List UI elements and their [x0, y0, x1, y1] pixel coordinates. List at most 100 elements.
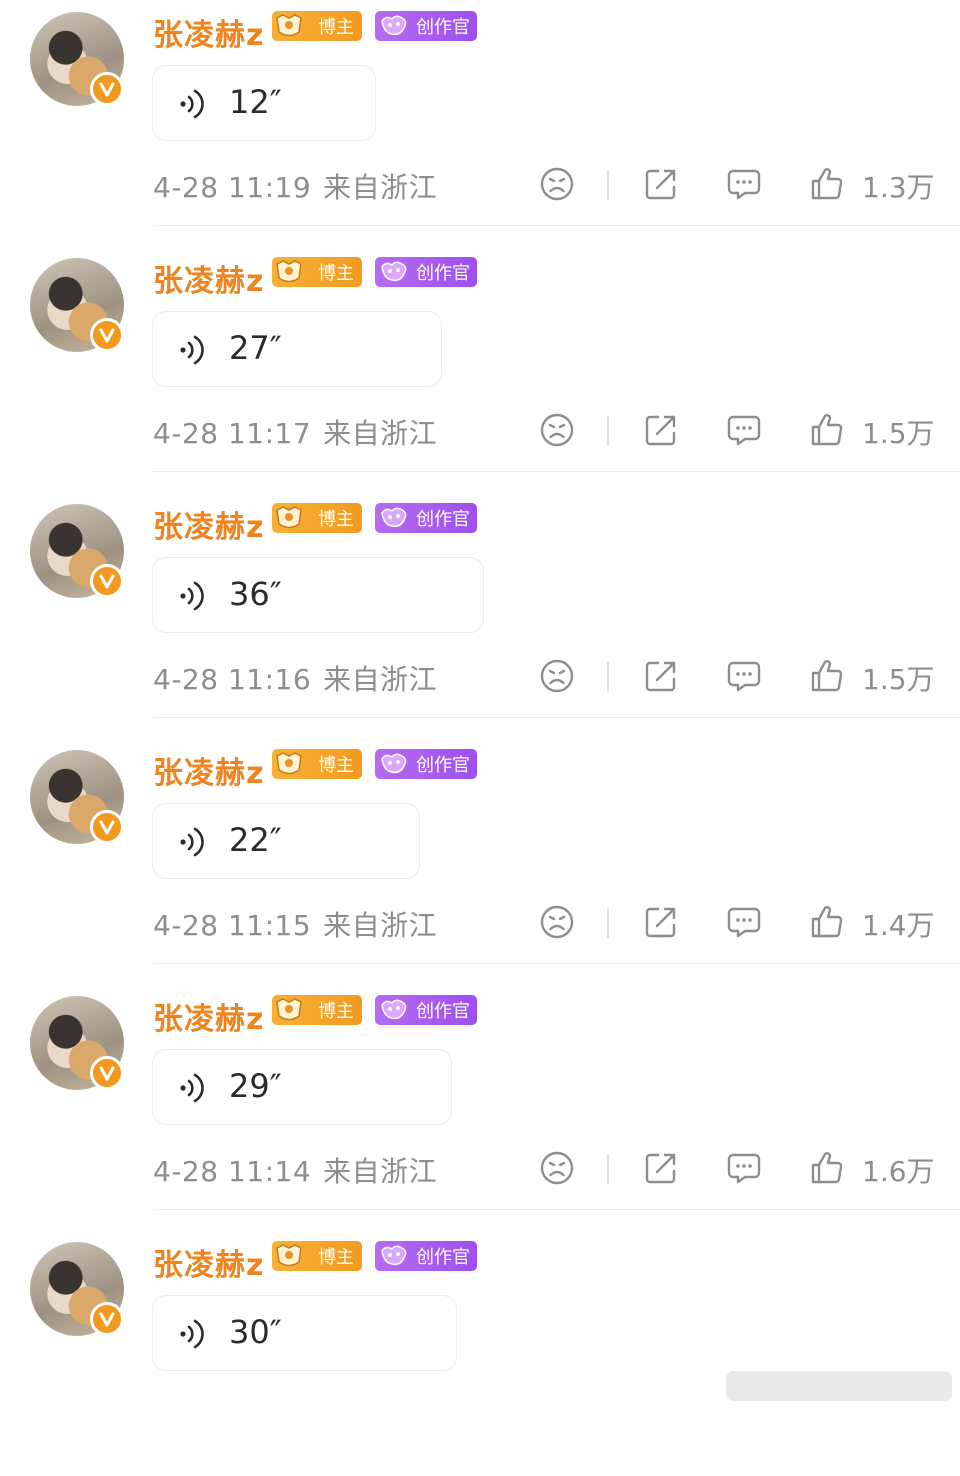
- creator-badge-label: 创作官: [416, 509, 470, 530]
- voice-message[interactable]: 36″: [152, 557, 484, 633]
- share-icon[interactable]: [643, 658, 679, 694]
- voice-message[interactable]: 12″: [152, 65, 376, 141]
- blogger-badge-label: 博主: [318, 17, 354, 38]
- blogger-badge[interactable]: 博主: [272, 749, 362, 779]
- sad-face-icon[interactable]: [539, 904, 575, 940]
- divider: [607, 908, 609, 938]
- voice-wave-icon: [177, 826, 209, 858]
- voice-wave-icon: [177, 1318, 209, 1350]
- crest-icon: [274, 996, 304, 1024]
- voice-duration: 36″: [229, 575, 282, 613]
- username[interactable]: 张凌赫z: [153, 256, 264, 300]
- blogger-badge[interactable]: 博主: [272, 503, 362, 533]
- comment-icon[interactable]: [726, 412, 762, 448]
- voice-message[interactable]: 27″: [152, 311, 442, 387]
- verified-v-icon: [90, 810, 124, 844]
- username[interactable]: 张凌赫z: [153, 1240, 264, 1284]
- like-count[interactable]: 1.6万: [862, 1150, 935, 1190]
- voice-duration: 29″: [229, 1067, 282, 1105]
- comment-icon[interactable]: [726, 904, 762, 940]
- creator-badge[interactable]: 创作官: [375, 11, 477, 41]
- like-count[interactable]: 1.4万: [862, 904, 935, 944]
- like-count[interactable]: 1.3万: [862, 166, 935, 206]
- share-icon[interactable]: [643, 412, 679, 448]
- post-time: 4-28 11:14: [153, 1155, 312, 1188]
- sad-face-icon[interactable]: [539, 166, 575, 202]
- creator-badge-label: 创作官: [416, 17, 470, 38]
- creator-mark-icon: [378, 1243, 412, 1269]
- thumbs-up-icon[interactable]: [809, 412, 845, 448]
- creator-badge[interactable]: 创作官: [375, 995, 477, 1025]
- divider: [607, 416, 609, 446]
- post-time: 4-28 11:15: [153, 909, 312, 942]
- post-card: 张凌赫z 博主 创作官 27″ 4-28 11:17 来自浙江 1.5万: [0, 246, 960, 492]
- creator-badge[interactable]: 创作官: [375, 1241, 477, 1271]
- verified-v-icon: [90, 72, 124, 106]
- comment-icon[interactable]: [726, 1150, 762, 1186]
- voice-duration: 27″: [229, 329, 282, 367]
- post-card: 张凌赫z 博主 创作官 30″: [0, 1230, 960, 1476]
- like-count[interactable]: 1.5万: [862, 412, 935, 452]
- thumbs-up-icon[interactable]: [809, 1150, 845, 1186]
- crest-icon: [274, 750, 304, 778]
- post-card: 张凌赫z 博主 创作官 36″ 4-28 11:16 来自浙江 1.5万: [0, 492, 960, 738]
- post-location: 来自浙江: [323, 909, 438, 942]
- creator-mark-icon: [378, 13, 412, 39]
- thumbs-up-icon[interactable]: [809, 658, 845, 694]
- sad-face-icon[interactable]: [539, 412, 575, 448]
- post-location: 来自浙江: [323, 171, 438, 204]
- comment-icon[interactable]: [726, 166, 762, 202]
- creator-mark-icon: [378, 505, 412, 531]
- voice-wave-icon: [177, 580, 209, 612]
- username[interactable]: 张凌赫z: [153, 994, 264, 1038]
- blogger-badge[interactable]: 博主: [272, 257, 362, 287]
- comment-icon[interactable]: [726, 658, 762, 694]
- verified-v-icon: [90, 1302, 124, 1336]
- username[interactable]: 张凌赫z: [153, 10, 264, 54]
- voice-wave-icon: [177, 88, 209, 120]
- post-time: 4-28 11:17: [153, 417, 312, 450]
- divider: [607, 662, 609, 692]
- thumbs-up-icon[interactable]: [809, 904, 845, 940]
- divider: [607, 1154, 609, 1184]
- share-icon[interactable]: [643, 166, 679, 202]
- creator-mark-icon: [378, 997, 412, 1023]
- creator-badge[interactable]: 创作官: [375, 749, 477, 779]
- thumbs-up-icon[interactable]: [809, 166, 845, 202]
- blogger-badge[interactable]: 博主: [272, 1241, 362, 1271]
- verified-v-icon: [90, 1056, 124, 1090]
- share-icon[interactable]: [643, 904, 679, 940]
- post-divider: [153, 1209, 960, 1210]
- crest-icon: [274, 12, 304, 40]
- post-location: 来自浙江: [323, 417, 438, 450]
- like-count[interactable]: 1.5万: [862, 658, 935, 698]
- crest-icon: [274, 504, 304, 532]
- crest-icon: [274, 1242, 304, 1270]
- post-card: 张凌赫z 博主 创作官 22″ 4-28 11:15 来自浙江 1.4万: [0, 738, 960, 984]
- username[interactable]: 张凌赫z: [153, 748, 264, 792]
- post-time: 4-28 11:16: [153, 663, 312, 696]
- voice-message[interactable]: 29″: [152, 1049, 452, 1125]
- sad-face-icon[interactable]: [539, 1150, 575, 1186]
- share-icon[interactable]: [643, 1150, 679, 1186]
- blogger-badge[interactable]: 博主: [272, 995, 362, 1025]
- creator-badge[interactable]: 创作官: [375, 503, 477, 533]
- post-meta: 4-28 11:19 来自浙江: [153, 166, 437, 206]
- post-time: 4-28 11:19: [153, 171, 312, 204]
- username[interactable]: 张凌赫z: [153, 502, 264, 546]
- verified-v-icon: [90, 564, 124, 598]
- voice-message[interactable]: 22″: [152, 803, 420, 879]
- post-meta: 4-28 11:14 来自浙江: [153, 1150, 437, 1190]
- verified-v-icon: [90, 318, 124, 352]
- creator-badge-label: 创作官: [416, 1247, 470, 1268]
- voice-wave-icon: [177, 334, 209, 366]
- divider: [607, 170, 609, 200]
- post-divider: [153, 717, 960, 718]
- blogger-badge-label: 博主: [318, 1001, 354, 1022]
- blogger-badge[interactable]: 博主: [272, 11, 362, 41]
- sad-face-icon[interactable]: [539, 658, 575, 694]
- creator-badge[interactable]: 创作官: [375, 257, 477, 287]
- post-divider: [153, 471, 960, 472]
- voice-message[interactable]: 30″: [152, 1295, 457, 1371]
- post-meta: 4-28 11:17 来自浙江: [153, 412, 437, 452]
